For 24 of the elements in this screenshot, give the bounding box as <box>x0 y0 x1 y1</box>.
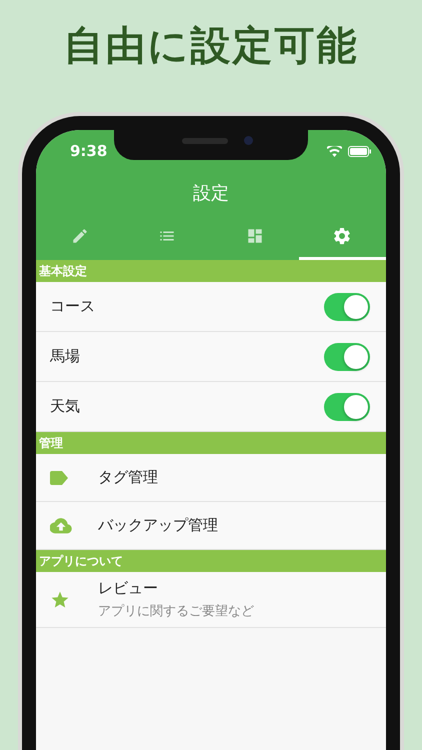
section-header: アプリについて <box>36 550 386 572</box>
toggle-switch[interactable] <box>324 292 370 320</box>
row-label: バックアップ管理 <box>98 516 219 535</box>
row-label: コース <box>50 297 96 316</box>
status-time: 9:38 <box>70 142 108 160</box>
headline: 自由に設定可能 <box>64 22 358 71</box>
pencil-icon <box>70 226 89 244</box>
screen-title: 設定 <box>192 182 230 206</box>
wifi-icon <box>327 146 342 156</box>
row-label: レビュー <box>98 579 159 598</box>
tag-icon <box>50 470 68 484</box>
row-label: タグ管理 <box>98 468 159 487</box>
toggle-switch[interactable] <box>324 342 370 370</box>
cloud-upload-icon <box>50 518 72 534</box>
row-label: 天気 <box>50 397 81 416</box>
dashboard-icon <box>246 226 264 244</box>
settings-icon <box>332 226 352 246</box>
battery-icon <box>348 146 372 156</box>
section-header: 基本設定 <box>36 260 386 282</box>
row-subtitle: アプリに関するご要望など <box>98 603 255 620</box>
star-icon <box>50 590 70 610</box>
row-label: 馬場 <box>50 347 81 366</box>
toggle-switch[interactable] <box>324 392 370 420</box>
section-header: 管理 <box>36 432 386 454</box>
